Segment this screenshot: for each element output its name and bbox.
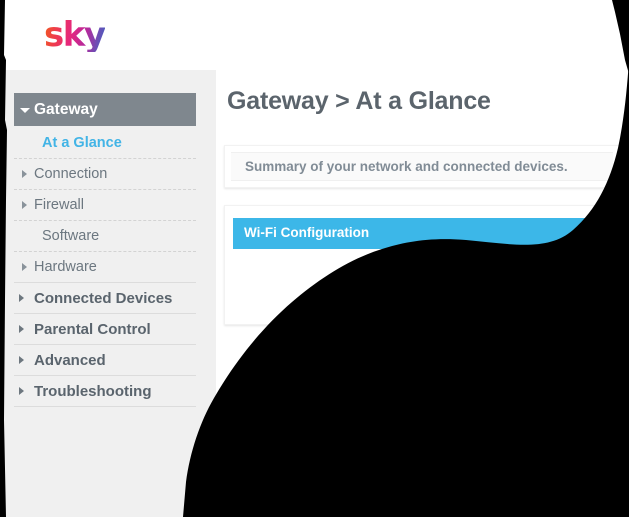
caret-right-icon bbox=[22, 263, 27, 271]
main-content: Gateway > At a Glance Summary of your ne… bbox=[216, 70, 629, 517]
page-body: Gateway At a Glance Connection Firewall … bbox=[0, 70, 629, 517]
summary-text: Summary of your network and connected de… bbox=[245, 158, 568, 174]
wifi-configuration-header[interactable]: Wi-Fi Configuration bbox=[233, 218, 603, 249]
sidebar-item-connection[interactable]: Connection bbox=[14, 159, 196, 190]
caret-right-icon bbox=[22, 201, 27, 209]
sidebar-item-troubleshooting[interactable]: Troubleshooting bbox=[14, 376, 196, 407]
caret-right-icon bbox=[22, 170, 27, 178]
sidebar: Gateway At a Glance Connection Firewall … bbox=[0, 70, 216, 517]
sidebar-item-label: Troubleshooting bbox=[34, 383, 152, 400]
sidebar-item-label: Software bbox=[42, 228, 100, 244]
sidebar-nav: Gateway At a Glance Connection Firewall … bbox=[14, 93, 196, 407]
sidebar-item-parental-control[interactable]: Parental Control bbox=[14, 314, 196, 345]
caret-down-icon bbox=[20, 107, 30, 113]
sidebar-item-label: Connection bbox=[34, 166, 108, 182]
router-admin-page: sky Gateway At a Glance Connection Firew… bbox=[0, 0, 629, 517]
sidebar-item-connected-devices[interactable]: Connected Devices bbox=[14, 283, 196, 314]
wifi-configuration-card: Wi-Fi Configuration bbox=[224, 205, 620, 325]
caret-right-icon bbox=[19, 325, 24, 333]
sidebar-item-label: Firewall bbox=[34, 197, 84, 213]
wifi-configuration-title: Wi-Fi Configuration bbox=[244, 224, 370, 240]
summary-inner-band: Summary of your network and connected de… bbox=[231, 152, 613, 181]
caret-right-icon bbox=[19, 387, 24, 395]
sidebar-item-advanced[interactable]: Advanced bbox=[14, 345, 196, 376]
sidebar-group-label: Gateway bbox=[34, 101, 98, 118]
sidebar-item-label: Advanced bbox=[34, 352, 106, 369]
sidebar-item-label: At a Glance bbox=[42, 135, 122, 151]
caret-right-icon bbox=[19, 356, 24, 364]
sidebar-item-label: Parental Control bbox=[34, 321, 151, 338]
sky-logo[interactable]: sky bbox=[44, 18, 106, 52]
sidebar-item-label: Hardware bbox=[34, 259, 97, 275]
page-header: sky bbox=[0, 0, 629, 70]
summary-card: Summary of your network and connected de… bbox=[224, 145, 620, 188]
sidebar-group-gateway[interactable]: Gateway bbox=[14, 93, 196, 126]
page-title: Gateway > At a Glance bbox=[227, 87, 491, 115]
sidebar-item-software[interactable]: Software bbox=[14, 221, 196, 252]
sidebar-item-firewall[interactable]: Firewall bbox=[14, 190, 196, 221]
sidebar-item-hardware[interactable]: Hardware bbox=[14, 252, 196, 283]
sidebar-item-at-a-glance[interactable]: At a Glance bbox=[14, 128, 196, 159]
caret-right-icon bbox=[19, 294, 24, 302]
sidebar-item-label: Connected Devices bbox=[34, 290, 173, 307]
